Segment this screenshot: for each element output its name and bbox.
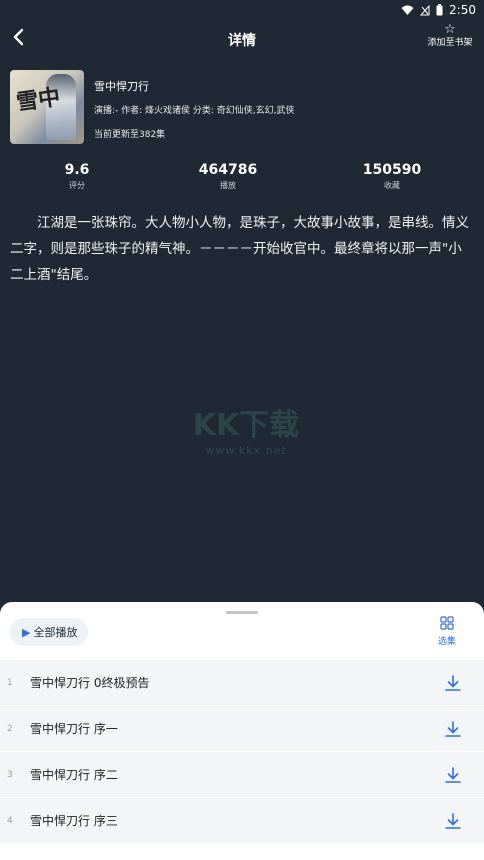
select-episodes-button[interactable]: 选集	[436, 616, 458, 647]
episode-list: 1 雪中悍刀行 0终极预告 2 雪中悍刀行 序一 3 雪中悍刀行 序二 4 雪中…	[0, 660, 484, 844]
book-info: 雪中 雪中悍刀行 演播:- 作者: 烽火戏诸侯 分类: 奇幻仙侠,玄幻,武侠 当…	[10, 70, 474, 148]
download-icon[interactable]	[444, 674, 462, 692]
battery-icon	[436, 4, 443, 16]
stat-label: 播放	[220, 181, 236, 190]
status-time: 2:50	[449, 3, 476, 17]
play-all-button[interactable]: ▶ 全部播放	[10, 618, 89, 646]
stat-favorites: 150590 收藏	[347, 162, 437, 191]
episode-index: 1	[7, 677, 13, 688]
episode-index: 2	[7, 723, 13, 734]
download-icon[interactable]	[444, 812, 462, 830]
add-to-shelf-button[interactable]: ☆ 添加至书架	[424, 23, 476, 49]
episode-row[interactable]: 2 雪中悍刀行 序一	[0, 706, 484, 752]
play-all-label: 全部播放	[33, 626, 78, 639]
stats-row: 9.6 评分 464786 播放 150590 收藏	[0, 162, 484, 192]
stat-rating: 9.6 评分	[32, 162, 122, 191]
episode-title: 雪中悍刀行 序一	[30, 722, 118, 736]
star-icon: ☆	[444, 22, 456, 37]
episode-row[interactable]: 3 雪中悍刀行 序二	[0, 752, 484, 798]
stat-label: 收藏	[384, 181, 400, 190]
episode-title: 雪中悍刀行 序三	[30, 814, 118, 828]
header: 详情 ☆ 添加至书架	[0, 20, 484, 56]
cover-calligraphy: 雪中	[14, 84, 62, 116]
sheet-drag-handle[interactable]	[226, 611, 258, 614]
wifi-icon	[401, 5, 414, 16]
update-status: 当前更新至382集	[94, 130, 166, 140]
watermark-logo: KK下载	[192, 408, 300, 443]
watermark: KK下载 www.kkx.net	[186, 400, 306, 457]
grid-icon	[440, 616, 454, 630]
episode-index: 3	[7, 769, 13, 780]
episode-row[interactable]: 1 雪中悍刀行 0终极预告	[0, 660, 484, 706]
book-meta: 演播:- 作者: 烽火戏诸侯 分类: 奇幻仙侠,玄幻,武侠	[94, 106, 295, 116]
episode-row[interactable]: 4 雪中悍刀行 序三	[0, 798, 484, 844]
stat-value: 150590	[362, 162, 422, 178]
add-to-shelf-label: 添加至书架	[427, 38, 473, 48]
signal-icon	[420, 4, 430, 16]
status-bar: 2:50	[0, 0, 484, 20]
play-icon: ▶	[22, 625, 31, 639]
watermark-url: www.kkx.net	[205, 444, 287, 457]
book-description: 江湖是一张珠帘。大人物小人物，是珠子，大故事小故事，是串线。情义二字，则是那些珠…	[10, 215, 469, 283]
stat-value: 9.6	[64, 162, 90, 178]
book-title: 雪中悍刀行	[94, 80, 149, 93]
select-episodes-label: 选集	[437, 637, 456, 647]
episode-index: 4	[7, 815, 13, 826]
episode-sheet: ▶ 全部播放 选集 1 雪中悍刀行 0终极预告 2 雪中悍刀行 序一 3 雪中悍…	[0, 602, 484, 860]
episode-title: 雪中悍刀行 序二	[30, 768, 118, 782]
page-title: 详情	[228, 33, 256, 49]
download-icon[interactable]	[444, 766, 462, 784]
stat-value: 464786	[198, 162, 258, 178]
stat-plays: 464786 播放	[183, 162, 273, 191]
book-cover: 雪中	[10, 70, 84, 144]
episode-title: 雪中悍刀行 0终极预告	[30, 676, 150, 690]
download-icon[interactable]	[444, 720, 462, 738]
stat-label: 评分	[69, 181, 85, 190]
